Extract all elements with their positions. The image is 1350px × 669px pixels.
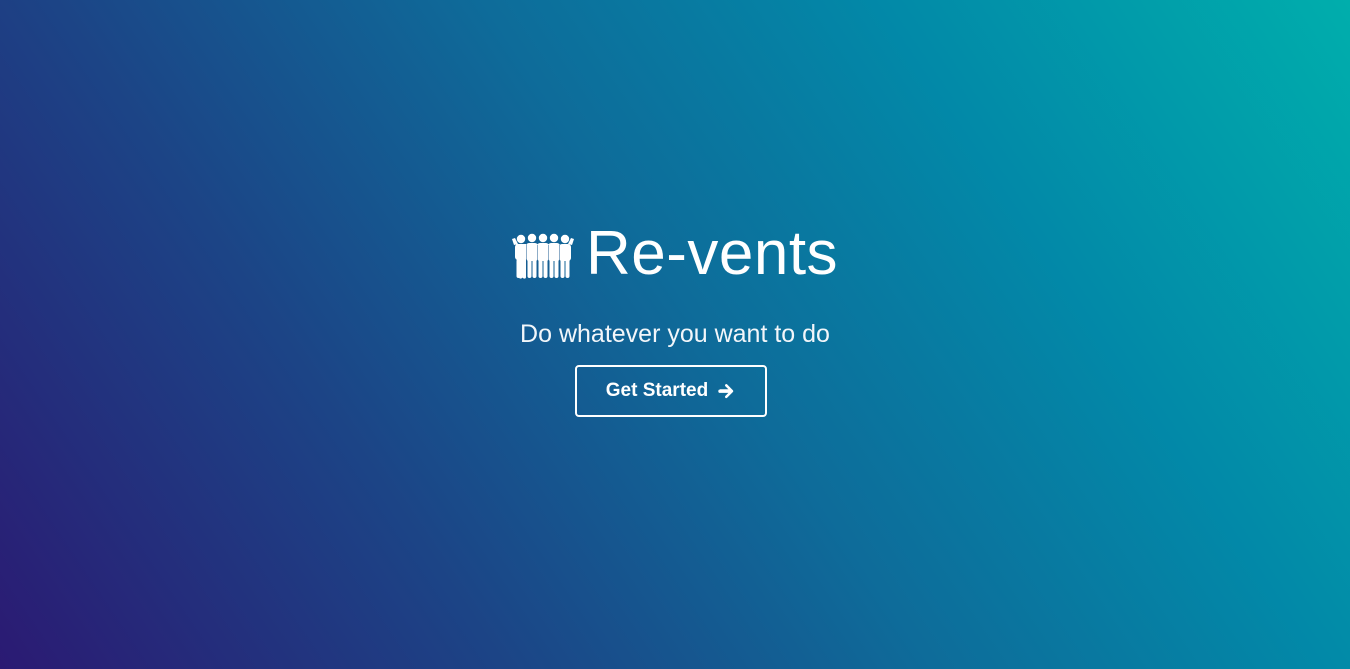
hero-subtitle: Do whatever you want to do (520, 320, 830, 348)
hero-container: Re-vents Do whatever you want to do Get … (0, 0, 1350, 669)
get-started-label: Get Started (605, 380, 709, 401)
get-started-button[interactable]: Get Started (575, 365, 767, 417)
app-title: Re-vents (585, 219, 839, 288)
masthead: Re-vents Do whatever you want to do Get … (0, 0, 1350, 669)
group-of-people-icon (511, 233, 574, 279)
title-row: Re-vents (0, 218, 1350, 290)
arrow-right-icon (718, 384, 734, 399)
